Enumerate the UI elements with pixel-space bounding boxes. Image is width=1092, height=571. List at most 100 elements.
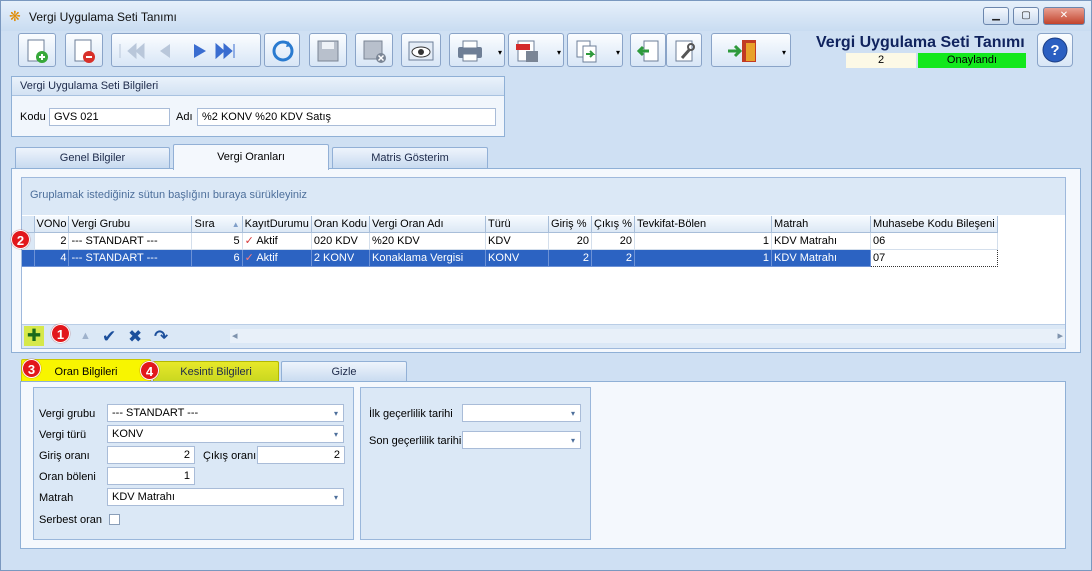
settings-button[interactable]	[666, 33, 702, 67]
col-oran-kodu[interactable]: Oran Kodu	[311, 216, 371, 233]
copy-dropdown-icon[interactable]: ▾	[616, 48, 620, 57]
col-tevkifat-bolen[interactable]: Tevkifat-Bölen	[634, 216, 773, 233]
cell-matrah[interactable]: KDV Matrahı	[771, 232, 872, 250]
tax-set-info-group: Vergi Uygulama Seti Bilgileri Kodu GVS 0…	[11, 76, 505, 137]
cell-cikis[interactable]: 2	[591, 249, 636, 267]
cell-sira[interactable]: 5	[191, 232, 243, 250]
col-cikis[interactable]: Çıkış %	[591, 216, 636, 233]
close-button[interactable]: ✕	[1043, 7, 1085, 25]
cell-oran-kodu[interactable]: 2 KONV	[311, 249, 371, 267]
giris-orani-label: Giriş oranı	[39, 450, 90, 462]
cell-vono[interactable]: 4	[34, 249, 70, 267]
copy-button[interactable]: ▾	[567, 33, 623, 67]
exit-dropdown-icon[interactable]: ▾	[782, 48, 786, 57]
cell-giris[interactable]: 2	[548, 249, 593, 267]
col-vergi-oran-adi[interactable]: Vergi Oran Adı	[369, 216, 487, 233]
scroll-right-icon[interactable]: ▸	[1057, 329, 1063, 342]
redo-icon[interactable]: ↷	[154, 328, 168, 345]
cell-kayit-durumu[interactable]: ✓ Aktif	[242, 249, 312, 267]
col-vergi-grubu[interactable]: Vergi Grubu	[68, 216, 193, 233]
cell-oran-kodu[interactable]: 020 KDV	[311, 232, 371, 250]
vergi-grubu-select[interactable]: --- STANDART --- ▾	[107, 404, 344, 422]
cell-turu[interactable]: KDV	[485, 232, 550, 250]
print-button[interactable]: ▾	[449, 33, 505, 67]
col-kayit-durumu[interactable]: KayıtDurumu	[242, 216, 312, 233]
serbest-oran-checkbox[interactable]	[109, 514, 120, 525]
pdf-dropdown-icon[interactable]: ▾	[557, 48, 561, 57]
cell-muhasebe-kodu[interactable]: 06	[870, 232, 998, 250]
cell-vergi-oran-adi[interactable]: Konaklama Vergisi	[369, 249, 487, 267]
col-giris[interactable]: Giriş %	[548, 216, 593, 233]
col-muhasebe-kodu[interactable]: Muhasebe Kodu Bileşeni	[870, 216, 998, 233]
confirm-icon[interactable]: ✔	[102, 328, 116, 345]
grid-navigator: ✚ ▲ ✔ ✖ ↷ ◂ ▸	[22, 324, 1065, 348]
cell-vono[interactable]: 2	[34, 232, 70, 250]
horizontal-scrollbar[interactable]: ◂ ▸	[230, 329, 1065, 343]
cell-cikis[interactable]: 20	[591, 232, 636, 250]
move-up-icon[interactable]: ▲	[80, 328, 91, 345]
cell-vergi-grubu[interactable]: --- STANDART ---	[68, 232, 193, 250]
vergi-turu-select[interactable]: KONV ▾	[107, 425, 344, 443]
cell-giris[interactable]: 20	[548, 232, 593, 250]
tab-vergi-oranlari[interactable]: Vergi Oranları	[173, 144, 329, 170]
new-record-button[interactable]	[18, 33, 56, 67]
tab-gizle[interactable]: Gizle	[281, 361, 407, 383]
adi-field[interactable]: %2 KONV %20 KDV Satış	[197, 108, 496, 126]
cell-tevkifat-bolen[interactable]: 1	[634, 232, 773, 250]
save-button[interactable]	[309, 33, 347, 67]
tab-kesinti-bilgileri[interactable]: Kesinti Bilgileri	[153, 361, 279, 383]
copy-documents-icon	[576, 40, 597, 63]
rate-form-box: Vergi grubu --- STANDART --- ▾ Vergi türü…	[33, 387, 354, 540]
delete-record-button[interactable]	[65, 33, 103, 67]
chevron-down-icon: ▾	[333, 430, 338, 439]
save-close-button[interactable]	[355, 33, 393, 67]
col-sira[interactable]: Sıra ▲	[191, 216, 243, 233]
last-record-icon[interactable]	[215, 42, 235, 60]
ilk-gecerlilik-label: İlk geçerlilik tarihi	[369, 408, 453, 420]
cikis-orani-field[interactable]: 2	[257, 446, 345, 464]
cikis-orani-label: Çıkış oranı	[203, 450, 257, 462]
oran-boleni-field[interactable]: 1	[107, 467, 195, 485]
cell-sira[interactable]: 6	[191, 249, 243, 267]
exit-button[interactable]: ▾	[711, 33, 791, 67]
import-button[interactable]	[630, 33, 666, 67]
table-row[interactable]: 2 --- STANDART --- 5 ✓ Aktif 020 KDV %20…	[22, 232, 998, 250]
svg-text:?: ?	[1050, 42, 1059, 59]
matrah-select[interactable]: KDV Matrahı ▾	[107, 488, 344, 506]
prev-record-icon[interactable]	[160, 44, 170, 58]
add-row-icon[interactable]: ✚	[24, 326, 44, 346]
maximize-button[interactable]: ▢	[1013, 7, 1039, 25]
cell-kayit-durumu[interactable]: ✓ Aktif	[242, 232, 312, 250]
minimize-button[interactable]: ▁	[983, 7, 1009, 25]
son-gecerlilik-date[interactable]: ▾	[462, 431, 581, 449]
next-record-icon[interactable]	[194, 44, 206, 58]
cell-matrah[interactable]: KDV Matrahı	[771, 249, 872, 267]
refresh-button[interactable]	[264, 33, 300, 67]
tab-matris-gosterim[interactable]: Matris Gösterim	[332, 147, 488, 169]
cell-vergi-oran-adi[interactable]: %20 KDV	[369, 232, 487, 250]
ilk-gecerlilik-date[interactable]: ▾	[462, 404, 581, 422]
kodu-field[interactable]: GVS 021	[49, 108, 170, 126]
toolbar: ▾ ▾ ▾ ▾	[13, 31, 813, 71]
scroll-left-icon[interactable]: ◂	[232, 329, 238, 342]
tax-rates-grid: Gruplamak istediğiniz sütun başlığını bu…	[21, 177, 1066, 349]
table-row[interactable]: I 4 --- STANDART --- 6 ✓ Aktif 2 KONV Ko…	[22, 248, 998, 267]
cancel-icon[interactable]: ✖	[128, 328, 142, 345]
first-record-icon[interactable]	[119, 42, 145, 60]
cell-turu[interactable]: KONV	[485, 249, 550, 267]
col-vono[interactable]: VONo	[34, 216, 70, 233]
cell-tevkifat-bolen[interactable]: 1	[634, 249, 773, 267]
export-pdf-button[interactable]: ▾	[508, 33, 564, 67]
cell-vergi-grubu[interactable]: --- STANDART ---	[68, 249, 193, 267]
tab-genel-bilgiler[interactable]: Genel Bilgiler	[15, 147, 170, 169]
giris-orani-field[interactable]: 2	[107, 446, 195, 464]
main-window: ❋ Vergi Uygulama Seti Tanımı ▁ ▢ ✕ ▾ ▾ ▾…	[0, 0, 1092, 571]
cell-muhasebe-kodu[interactable]: 07	[870, 248, 998, 267]
status-badge: Onaylandı	[918, 53, 1026, 68]
help-button[interactable]: ?	[1037, 33, 1073, 67]
col-turu[interactable]: Türü	[485, 216, 550, 233]
group-by-area[interactable]: Gruplamak istediğiniz sütun başlığını bu…	[22, 178, 1065, 215]
print-dropdown-icon[interactable]: ▾	[498, 48, 502, 57]
col-matrah[interactable]: Matrah	[771, 216, 872, 233]
preview-button[interactable]	[401, 33, 441, 67]
